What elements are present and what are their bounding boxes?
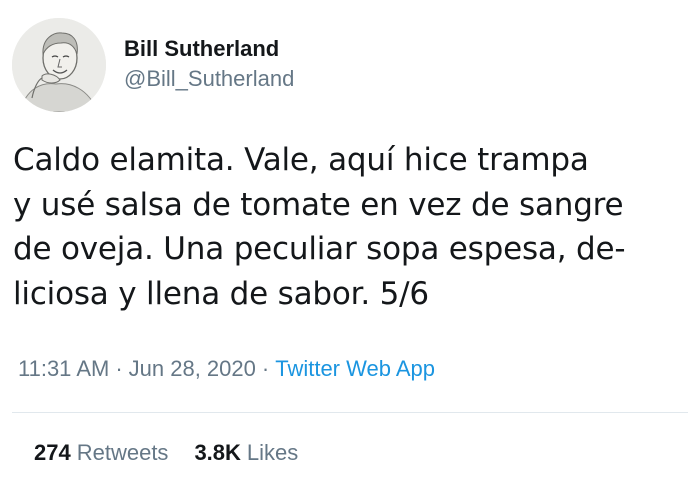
retweets-stat[interactable]: 274 Retweets (34, 440, 168, 465)
meta-separator: · (115, 356, 123, 381)
tweet-time[interactable]: 11:31 AM (18, 356, 109, 381)
likes-label: Likes (246, 440, 299, 465)
author-handle[interactable]: @Bill_Sutherland (124, 64, 294, 94)
divider (12, 412, 688, 413)
tweet-source-link[interactable]: Twitter Web App (275, 356, 435, 381)
tweet-stats: 274 Retweets 3.8K Likes (34, 438, 324, 468)
tweet-card: Bill Sutherland @Bill_Sutherland Caldo e… (0, 0, 700, 484)
tweet-header: Bill Sutherland @Bill_Sutherland (12, 18, 294, 112)
avatar-portrait-icon (12, 18, 106, 112)
tweet-text-line: y usé salsa de tomate en vez de sangre (13, 186, 624, 223)
likes-stat[interactable]: 3.8K Likes (194, 440, 298, 465)
tweet-text-line: liciosa y llena de sabor. 5/6 (13, 275, 429, 312)
retweets-count: 274 (34, 440, 71, 465)
avatar[interactable] (12, 18, 106, 112)
likes-count: 3.8K (194, 440, 241, 465)
tweet-text: Caldo elamita. Vale, aquí hice trampa y … (13, 138, 693, 316)
retweets-label: Retweets (76, 440, 169, 465)
tweet-text-line: de oveja. Una peculiar sopa espesa, de- (13, 231, 626, 267)
tweet-text-line: Caldo elamita. Vale, aquí hice trampa (13, 142, 589, 178)
author-display-name[interactable]: Bill Sutherland (124, 34, 294, 64)
tweet-meta: 11:31 AM · Jun 28, 2020 · Twitter Web App (18, 354, 435, 384)
meta-separator: · (261, 356, 270, 381)
author-names: Bill Sutherland @Bill_Sutherland (124, 34, 294, 94)
tweet-date[interactable]: Jun 28, 2020 (129, 356, 256, 381)
